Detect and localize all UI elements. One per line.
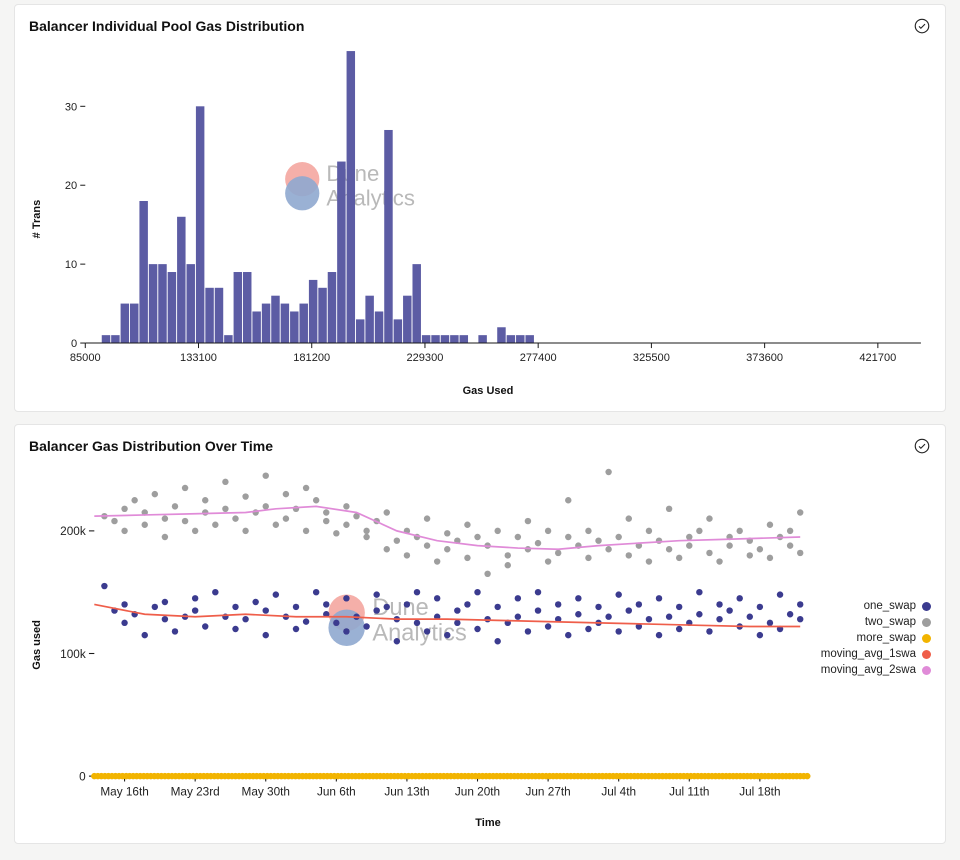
y-axis-label: # Trans xyxy=(29,41,45,397)
svg-text:133100: 133100 xyxy=(180,352,217,364)
svg-text:373600: 373600 xyxy=(746,352,783,364)
svg-text:10: 10 xyxy=(65,259,77,271)
svg-text:85000: 85000 xyxy=(70,352,101,364)
svg-text:100k: 100k xyxy=(60,648,86,661)
success-check-icon[interactable] xyxy=(913,437,931,455)
legend-item-one-swap[interactable]: one_swap xyxy=(821,600,931,612)
svg-text:277400: 277400 xyxy=(520,352,557,364)
svg-text:Dune: Dune xyxy=(372,594,428,620)
svg-text:Jun 27th: Jun 27th xyxy=(526,786,571,799)
svg-text:Jul 18th: Jul 18th xyxy=(739,786,780,799)
legend-swatch-icon xyxy=(922,666,931,675)
legend-swatch-icon xyxy=(922,650,931,659)
legend-item-moving-avg-2[interactable]: moving_avg_2swa xyxy=(821,664,931,676)
legend-swatch-icon xyxy=(922,602,931,611)
svg-text:200k: 200k xyxy=(60,525,86,538)
svg-text:30: 30 xyxy=(65,101,77,113)
svg-text:181200: 181200 xyxy=(293,352,330,364)
svg-text:421700: 421700 xyxy=(859,352,896,364)
x-axis-label: Time xyxy=(45,817,931,829)
svg-text:0: 0 xyxy=(79,771,86,784)
scatter-chart: DuneAnalytics0100k200kMay 16thMay 23rdMa… xyxy=(45,461,817,815)
svg-text:0: 0 xyxy=(71,338,77,350)
success-check-icon[interactable] xyxy=(913,17,931,35)
chart-body: Gas used DuneAnalytics0100k200kMay 16thM… xyxy=(29,461,931,829)
legend: one_swap two_swap more_swap moving_avg_1… xyxy=(817,461,931,815)
svg-text:May 23rd: May 23rd xyxy=(171,786,220,799)
chart-title: Balancer Gas Distribution Over Time xyxy=(29,438,273,454)
y-axis-label: Gas used xyxy=(29,461,45,829)
chart-title: Balancer Individual Pool Gas Distributio… xyxy=(29,18,304,34)
card-header: Balancer Individual Pool Gas Distributio… xyxy=(29,17,931,35)
chart-body: # Trans DuneAnalytics0102030850001331001… xyxy=(29,41,931,397)
chart-card-gas-over-time: Balancer Gas Distribution Over Time Gas … xyxy=(14,424,946,844)
svg-text:20: 20 xyxy=(65,180,77,192)
svg-text:Jul 11th: Jul 11th xyxy=(669,786,709,799)
chart-card-gas-distribution: Balancer Individual Pool Gas Distributio… xyxy=(14,4,946,412)
svg-text:Jul 4th: Jul 4th xyxy=(601,786,636,799)
svg-text:325500: 325500 xyxy=(633,352,670,364)
svg-text:229300: 229300 xyxy=(406,352,443,364)
x-axis-label: Gas Used xyxy=(45,385,931,397)
card-header: Balancer Gas Distribution Over Time xyxy=(29,437,931,455)
legend-item-two-swap[interactable]: two_swap xyxy=(821,616,931,628)
svg-text:Jun 13th: Jun 13th xyxy=(384,786,429,799)
bar-chart: DuneAnalytics010203085000133100181200229… xyxy=(45,41,931,383)
svg-text:Jun 20th: Jun 20th xyxy=(455,786,500,799)
svg-text:May 16th: May 16th xyxy=(100,786,148,799)
legend-swatch-icon xyxy=(922,634,931,643)
legend-swatch-icon xyxy=(922,618,931,627)
svg-text:May 30th: May 30th xyxy=(242,786,290,799)
svg-text:Jun 6th: Jun 6th xyxy=(317,786,356,799)
legend-item-moving-avg-1[interactable]: moving_avg_1swa xyxy=(821,648,931,660)
legend-item-more-swap[interactable]: more_swap xyxy=(821,632,931,644)
